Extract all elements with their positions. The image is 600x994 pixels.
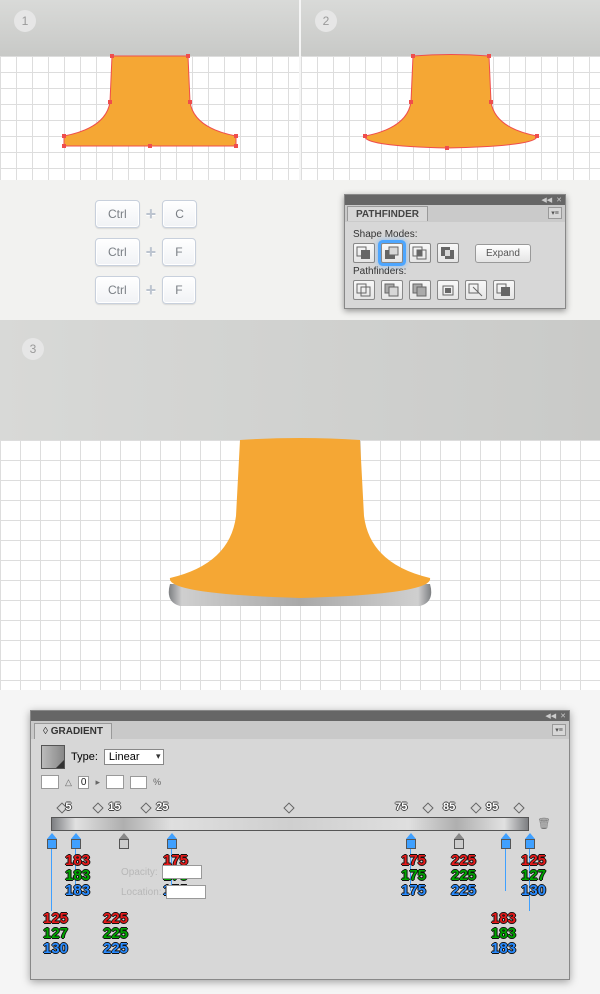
panel-menu-icon[interactable]: ▾≡ xyxy=(552,724,566,736)
minus-back-button[interactable] xyxy=(493,280,515,300)
gradient-stop-25[interactable] xyxy=(166,833,178,849)
trash-icon[interactable]: 🗑 xyxy=(537,817,551,831)
gradient-bar[interactable] xyxy=(51,817,529,831)
gradient-panel[interactable]: ◀◀ ✕ ◊ GRADIENT ▾≡ Type: Linear △ 0 ▸ % … xyxy=(30,710,570,980)
aspect-button[interactable] xyxy=(106,775,124,789)
gradient-type-dropdown[interactable]: Linear xyxy=(104,749,165,765)
monitor-bezel-large xyxy=(0,320,600,440)
midpoint-label: 15 xyxy=(108,801,120,813)
midpoint-row[interactable]: 5 15 25 75 85 95 xyxy=(51,803,529,815)
gradient-stop-0[interactable] xyxy=(46,833,58,849)
gradient-stop-95[interactable] xyxy=(500,833,512,849)
gradient-slider[interactable]: 5 15 25 75 85 95 🗑 xyxy=(41,803,559,933)
divide-button[interactable] xyxy=(353,280,375,300)
plus-icon: + xyxy=(146,280,157,301)
rgb-stop-95: 183183183 xyxy=(491,911,516,956)
pathfinders-label: Pathfinders: xyxy=(353,266,557,277)
midpoint-diamond[interactable] xyxy=(513,802,524,813)
canvas-step-3[interactable]: 3 xyxy=(0,320,600,690)
midpoint-label: 95 xyxy=(486,801,498,813)
percent-input[interactable] xyxy=(130,776,147,789)
collapse-icon[interactable]: ◀◀ xyxy=(541,196,552,204)
key-f: F xyxy=(162,238,195,266)
step-badge-1: 1 xyxy=(14,10,36,32)
panel-titlebar[interactable]: ◀◀ ✕ xyxy=(31,711,569,721)
shape-modes-label: Shape Modes: xyxy=(353,229,557,240)
rgb-stop-5: 183183183 xyxy=(65,853,90,898)
crop-button[interactable] xyxy=(437,280,459,300)
rgb-stop-75: 175175175 xyxy=(401,853,426,898)
midpoint-label: 5 xyxy=(65,801,71,813)
gradient-stop-100[interactable] xyxy=(524,833,536,849)
shortcut-paste-front-1: Ctrl + F xyxy=(95,238,197,266)
minus-front-button[interactable] xyxy=(381,243,403,263)
panel-titlebar[interactable]: ◀◀ ✕ xyxy=(345,195,565,205)
shortcut-paste-front-2: Ctrl + F xyxy=(95,276,197,304)
keyboard-shortcuts: Ctrl + C Ctrl + F Ctrl + F xyxy=(95,200,197,304)
midpoint-label: 85 xyxy=(443,801,455,813)
pathfinder-panel[interactable]: ◀◀ ✕ PATHFINDER ▾≡ Shape Modes: Expand P… xyxy=(344,194,566,309)
rgb-stop-85: 225225225 xyxy=(451,853,476,898)
midpoint-diamond[interactable] xyxy=(422,802,433,813)
trim-button[interactable] xyxy=(381,280,403,300)
instructions-row: Ctrl + C Ctrl + F Ctrl + F ◀◀ ✕ PATHFIND… xyxy=(0,180,600,320)
midpoint-label: 75 xyxy=(395,801,407,813)
midpoint-diamond[interactable] xyxy=(284,802,295,813)
key-ctrl: Ctrl xyxy=(95,238,140,266)
rgb-stop-15: 225225225 xyxy=(103,911,128,956)
gradient-stop-85[interactable] xyxy=(453,833,465,849)
unite-button[interactable] xyxy=(353,243,375,263)
stand-shape-final[interactable] xyxy=(140,424,460,614)
gradient-stop-75[interactable] xyxy=(405,833,417,849)
percent-label: % xyxy=(153,777,161,787)
stand-shape-editing-2[interactable] xyxy=(353,48,549,154)
stand-shape-editing[interactable] xyxy=(52,48,248,154)
key-c: C xyxy=(162,200,197,228)
shortcut-copy: Ctrl + C xyxy=(95,200,197,228)
plus-icon: + xyxy=(146,204,157,225)
gradient-tab[interactable]: ◊ GRADIENT xyxy=(34,723,112,739)
step-canvases: 1 2 xyxy=(0,0,600,180)
intersect-button[interactable] xyxy=(409,243,431,263)
close-icon[interactable]: ✕ xyxy=(556,196,562,204)
plus-icon: + xyxy=(146,242,157,263)
canvas-step-1[interactable]: 1 xyxy=(0,0,299,180)
midpoint-label: 25 xyxy=(156,801,168,813)
rgb-stop-100: 125127130 xyxy=(521,853,546,898)
step-badge-2: 2 xyxy=(315,10,337,32)
merge-button[interactable] xyxy=(409,280,431,300)
key-ctrl: Ctrl xyxy=(95,276,140,304)
close-icon[interactable]: ✕ xyxy=(560,712,566,720)
gradient-stops[interactable] xyxy=(51,833,529,849)
rgb-stop-0: 125127130 xyxy=(43,911,68,956)
collapse-icon[interactable]: ◀◀ xyxy=(545,712,556,720)
step-badge-3: 3 xyxy=(22,338,44,360)
midpoint-diamond[interactable] xyxy=(140,802,151,813)
midpoint-diamond[interactable] xyxy=(92,802,103,813)
canvas-step-2[interactable]: 2 xyxy=(301,0,600,180)
opacity-field[interactable]: Opacity: xyxy=(121,865,202,879)
outline-button[interactable] xyxy=(465,280,487,300)
pathfinder-tab[interactable]: PATHFINDER xyxy=(347,206,428,221)
expand-button[interactable]: Expand xyxy=(475,244,531,263)
location-field[interactable]: Location: xyxy=(121,885,206,899)
type-label: Type: xyxy=(71,751,98,763)
gradient-stop-5[interactable] xyxy=(70,833,82,849)
panel-menu-icon[interactable]: ▾≡ xyxy=(548,207,562,219)
gradient-preview-swatch[interactable] xyxy=(41,745,65,769)
key-ctrl: Ctrl xyxy=(95,200,140,228)
key-f: F xyxy=(162,276,195,304)
reverse-gradient-button[interactable] xyxy=(41,775,59,789)
exclude-button[interactable] xyxy=(437,243,459,263)
gradient-stop-15[interactable] xyxy=(118,833,130,849)
midpoint-diamond[interactable] xyxy=(470,802,481,813)
angle-input[interactable]: 0 xyxy=(78,776,90,789)
